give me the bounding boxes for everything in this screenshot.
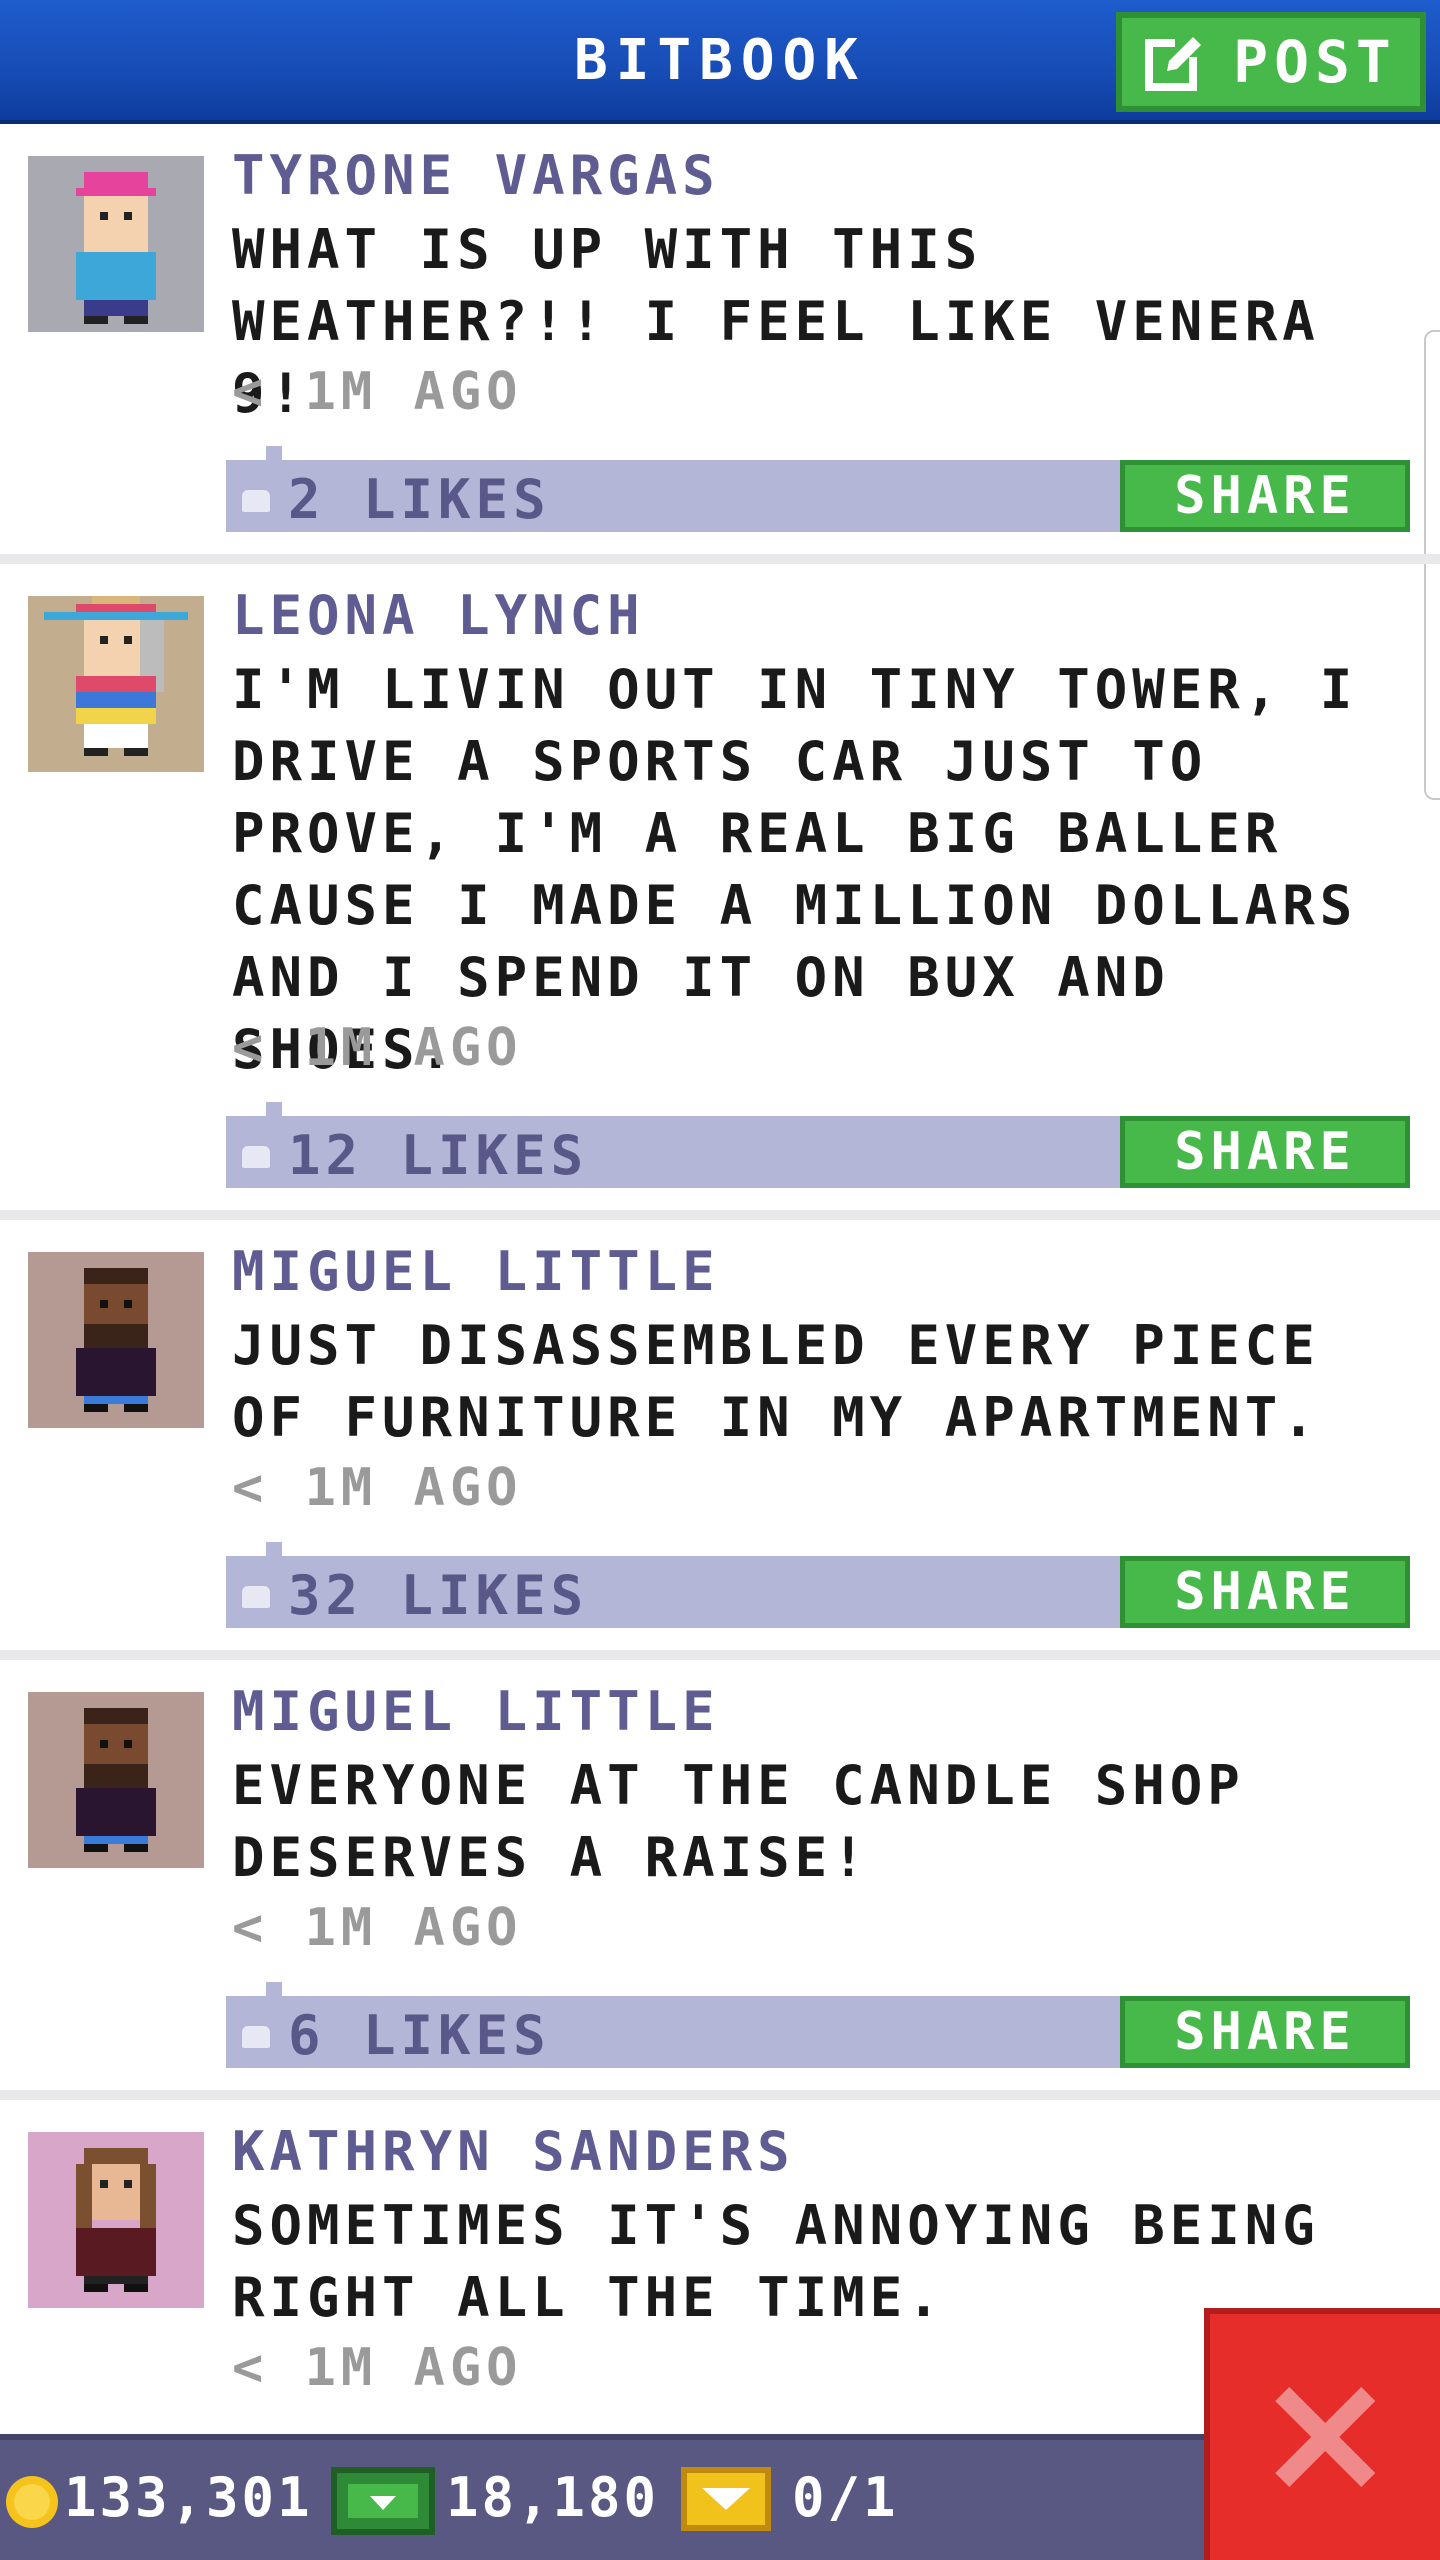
post-button[interactable]: POST: [1116, 12, 1426, 112]
ticket-icon: [681, 2467, 771, 2531]
post-text: EVERYONE AT THE CANDLE SHOP DESERVES A R…: [232, 1754, 1245, 1889]
avatar[interactable]: [28, 596, 204, 772]
post-time: < 1M AGO: [232, 1018, 523, 1078]
feed-post: LEONA LYNCH I'M LIVIN OUT IN TINY TOWER,…: [0, 564, 1440, 1220]
likes-bar: 6 LIKES SHARE: [226, 1982, 1410, 2068]
avatar-figure: [28, 1252, 204, 1428]
post-time: < 1M AGO: [232, 362, 523, 422]
post-button-label: POST: [1233, 28, 1397, 96]
avatar[interactable]: [28, 156, 204, 332]
feed-post: MIGUEL LITTLE JUST DISASSEMBLED EVERY PI…: [0, 1220, 1440, 1660]
post-author[interactable]: TYRONE VARGAS: [232, 144, 720, 207]
likes-bar: 12 LIKES SHARE: [226, 1102, 1410, 1188]
post-author[interactable]: MIGUEL LITTLE: [232, 1680, 720, 1743]
likes-bar: 32 LIKES SHARE: [226, 1542, 1410, 1628]
share-button[interactable]: SHARE: [1120, 1996, 1410, 2068]
bux-count: 18,180: [446, 2466, 660, 2529]
tickets-count: 0/1: [792, 2466, 899, 2529]
post-time: < 1M AGO: [232, 1898, 523, 1958]
thumb-icon: [242, 490, 270, 512]
thumb-icon: [242, 1586, 270, 1608]
compose-icon: [1145, 31, 1208, 91]
avatar-figure: [28, 2132, 204, 2308]
coin-icon: [6, 2476, 58, 2528]
avatar[interactable]: [28, 1692, 204, 1868]
thumb-icon: [242, 2026, 270, 2048]
post-author[interactable]: MIGUEL LITTLE: [232, 1240, 720, 1303]
post-time: < 1M AGO: [232, 1458, 523, 1518]
thumb-icon: [242, 1146, 270, 1168]
close-icon: [1275, 2387, 1375, 2487]
coins-count: 133,301: [64, 2466, 313, 2529]
post-author[interactable]: LEONA LYNCH: [232, 584, 645, 647]
likes-count[interactable]: 6 LIKES: [288, 2004, 551, 2067]
share-button[interactable]: SHARE: [1120, 1556, 1410, 1628]
share-button[interactable]: SHARE: [1120, 460, 1410, 532]
app-header: BITBOOK POST: [0, 0, 1440, 124]
post-time: < 1M AGO: [232, 2338, 523, 2398]
likes-count[interactable]: 32 LIKES: [288, 1564, 588, 1627]
bux-icon: [331, 2467, 435, 2535]
likes-count[interactable]: 2 LIKES: [288, 468, 551, 531]
avatar[interactable]: [28, 2132, 204, 2308]
avatar-figure: [28, 596, 204, 772]
post-author[interactable]: KATHRYN SANDERS: [232, 2120, 795, 2183]
likes-bar: 2 LIKES SHARE: [226, 446, 1410, 532]
likes-count[interactable]: 12 LIKES: [288, 1124, 588, 1187]
feed-post: MIGUEL LITTLE EVERYONE AT THE CANDLE SHO…: [0, 1660, 1440, 2100]
avatar-figure: [28, 156, 204, 332]
close-button[interactable]: [1204, 2308, 1440, 2560]
share-button[interactable]: SHARE: [1120, 1116, 1410, 1188]
avatar[interactable]: [28, 1252, 204, 1428]
avatar-figure: [28, 1692, 204, 1868]
feed-post: TYRONE VARGAS WHAT IS UP WITH THIS WEATH…: [0, 124, 1440, 564]
post-text: JUST DISASSEMBLED EVERY PIECE OF FURNITU…: [232, 1314, 1320, 1449]
